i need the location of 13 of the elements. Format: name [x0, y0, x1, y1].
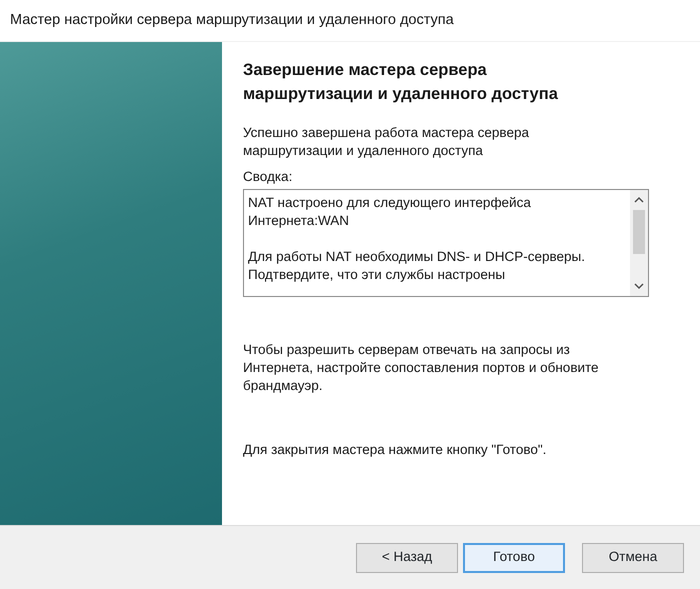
summary-label: Сводка: — [243, 168, 294, 186]
scroll-up-icon — [634, 196, 644, 204]
scroll-down-icon — [634, 282, 644, 290]
closing-text: Для закрытия мастера нажмите кнопку "Готово". — [243, 441, 548, 459]
wizard-button[interactable]: Отмена — [582, 542, 684, 572]
wizard-heading: Завершение мастера сервера маршрутизации и удаленного доступа — [243, 60, 559, 105]
summary-text: Для работы NAT необходимы DNS- и DHCP-серверы. Подтвердите, что эти службы настроены — [248, 248, 586, 284]
wizard-button[interactable]: < Назад — [356, 542, 458, 572]
intro-text: Успешно завершена работа мастера сервера маршрутизации и удаленного доступа — [243, 124, 530, 160]
summary-text: NAT настроено для следующего интерфейса Интернета:WAN — [248, 194, 532, 230]
wizard-button[interactable]: Готово — [463, 542, 565, 572]
note-text: Чтобы разрешить серверам отвечать на запросы из Интернета, настройте сопоставления портов и обновите брандмауэр. — [243, 341, 600, 395]
scroll-thumb[interactable] — [633, 210, 645, 254]
